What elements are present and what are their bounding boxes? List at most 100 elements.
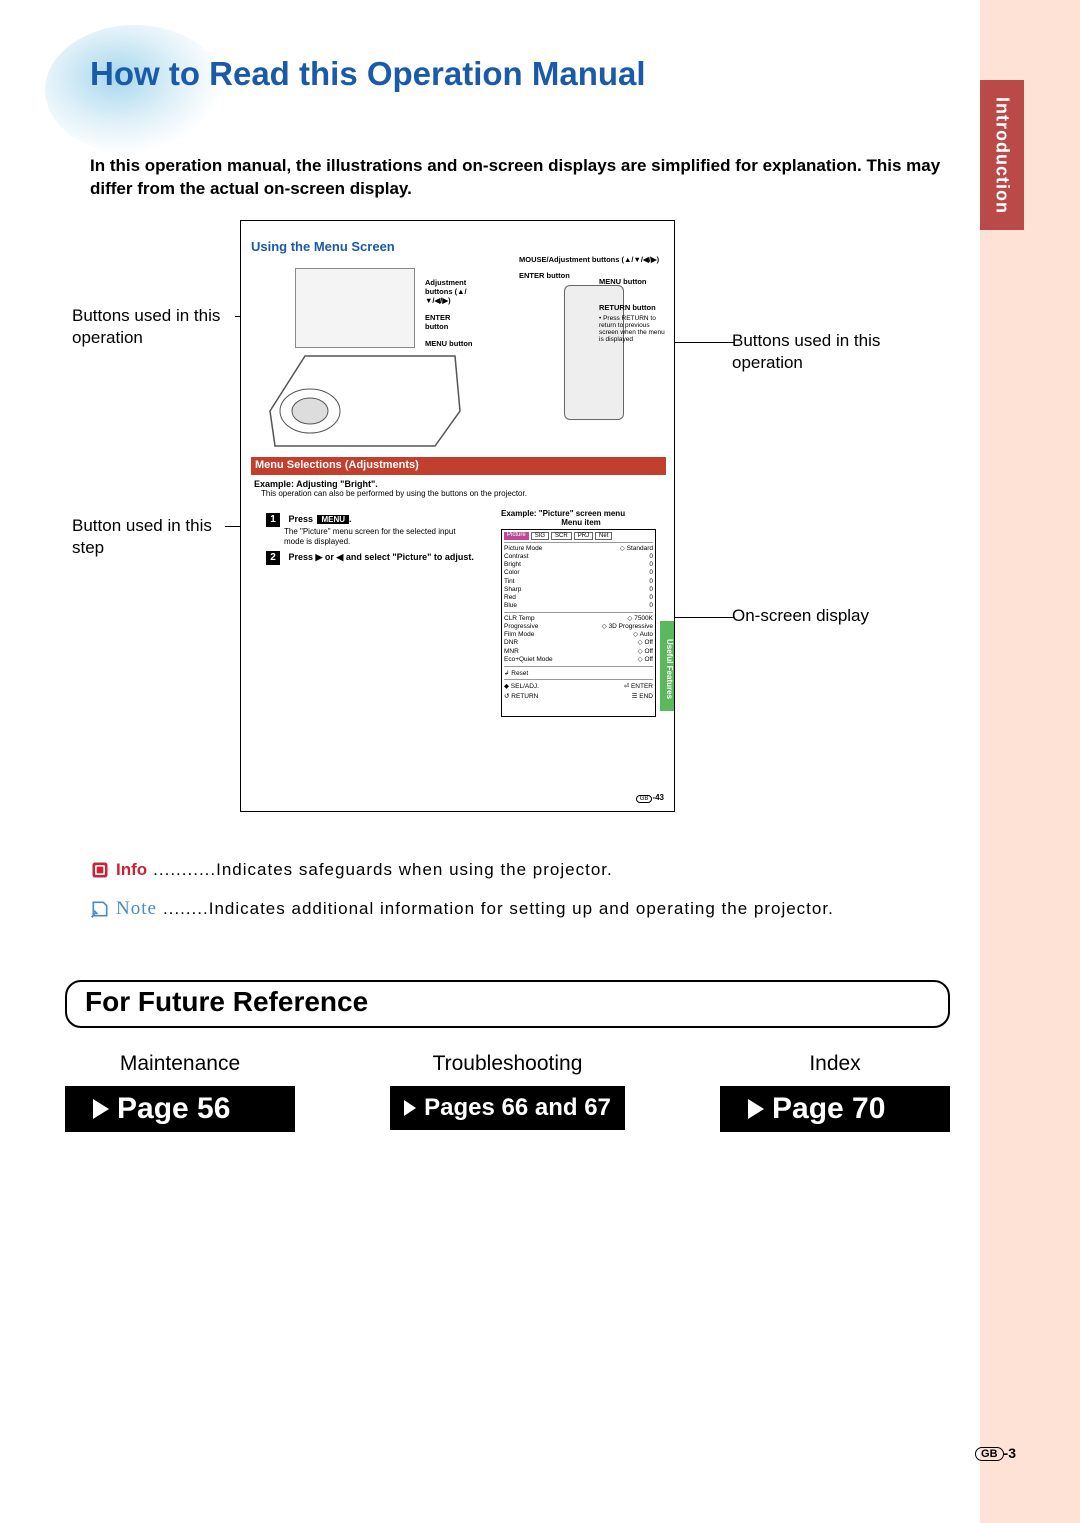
legend-note-row: Note ........Indicates additional inform… [90, 898, 940, 920]
remote-right-labels: MENU button RETURN button • Press RETURN… [599, 278, 669, 343]
page-ref-pill[interactable]: Page 56 [65, 1086, 295, 1132]
return-description: • Press RETURN to return to previous scr… [599, 315, 669, 344]
page-ref-pill[interactable]: Pages 66 and 67 [390, 1086, 625, 1130]
osd-sel: ◆ SEL/ADJ. [504, 682, 539, 690]
ref-index: Index Page 70 [720, 1052, 950, 1132]
arrow-right-icon [404, 1100, 416, 1116]
inner-section-tab: Useful Features [660, 621, 674, 711]
callout-buttons-right: Buttons used in this operation [732, 330, 942, 374]
step-1: 1 Press MENU. The "Picture" menu screen … [266, 509, 476, 546]
label-return-remote: RETURN button [599, 304, 669, 312]
osd-tab: SCR [551, 532, 572, 540]
label-menu: MENU button [425, 339, 475, 348]
osd-val: 3D Progressive [609, 623, 653, 630]
osd-key: DNR [504, 639, 518, 647]
osd-key: MNR [504, 648, 519, 656]
page-ref-pill[interactable]: Page 70 [720, 1086, 950, 1132]
osd-val: Off [644, 639, 653, 646]
footer-code: GB [975, 1447, 1004, 1461]
osd-tab: Net [595, 532, 612, 540]
legend-block: Info ...........Indicates safeguards whe… [90, 860, 940, 938]
section-tab-label: Introduction [992, 97, 1013, 214]
osd-val: 0 [649, 561, 653, 569]
osd-key: Sharp [504, 586, 521, 594]
section-tab-introduction: Introduction [980, 80, 1024, 230]
osd-key: Color [504, 569, 520, 577]
step-number-1: 1 [266, 513, 280, 527]
osd-enter: ⏎ ENTER [624, 682, 653, 690]
info-label: Info [116, 860, 147, 880]
osd-key: Red [504, 594, 516, 602]
page-footer: GB-3 [975, 1445, 1016, 1461]
osd-key: Picture Mode [504, 545, 542, 553]
step-number-2: 2 [266, 551, 280, 565]
projector-body-outline [265, 351, 465, 451]
future-reference-title: For Future Reference [85, 986, 930, 1018]
ref-label: Maintenance [65, 1052, 295, 1076]
osd-key: Film Mode [504, 631, 534, 639]
arrow-right-icon [748, 1099, 764, 1119]
osd-example: Example: "Picture" screen menu Menu item… [501, 509, 661, 717]
label-enter: ENTER button [425, 313, 475, 331]
callout-step-button: Button used in this step [72, 515, 240, 559]
osd-val: 0 [649, 553, 653, 561]
title-area: How to Read this Operation Manual [45, 25, 646, 93]
osd-example-sub: Menu item [501, 518, 661, 527]
note-text: ........Indicates additional information… [163, 899, 834, 919]
osd-reset: ↲ Reset [504, 669, 653, 677]
osd-return: ↺ RETURN [504, 692, 538, 700]
arrow-right-icon [93, 1099, 109, 1119]
projector-illustration: Adjustment buttons (▲/▼/◀/▶) ENTER butto… [255, 263, 475, 453]
menu-key-icon: MENU [317, 515, 349, 524]
step-2: 2 Press ▶ or ◀ and select "Picture" to a… [266, 547, 476, 565]
note-icon [90, 899, 110, 919]
osd-tab: PRJ [574, 532, 593, 540]
ref-label: Index [720, 1052, 950, 1076]
inner-page-num: -43 [652, 793, 664, 802]
footer-page-num: -3 [1004, 1445, 1016, 1461]
note-label: Note [116, 898, 157, 920]
diagram-heading: Using the Menu Screen [251, 239, 395, 254]
example-subtext: This operation can also be performed by … [261, 489, 527, 498]
page-ref-text: Page 56 [117, 1092, 230, 1126]
osd-tab: Picture [504, 532, 529, 540]
osd-key: Tint [504, 578, 515, 586]
osd-end: ☰ END [632, 692, 653, 700]
intro-paragraph: In this operation manual, the illustrati… [90, 155, 950, 201]
label-menu-remote: MENU button [599, 278, 669, 286]
osd-val: 0 [649, 569, 653, 577]
info-text: ...........Indicates safeguards when usi… [153, 860, 613, 880]
info-icon [90, 860, 110, 880]
osd-val: 0 [649, 602, 653, 610]
osd-val: 0 [649, 594, 653, 602]
osd-key: Blue [504, 602, 517, 610]
callout-buttons-left: Buttons used in this operation [72, 305, 240, 349]
osd-tab: SIG [531, 532, 549, 540]
ref-troubleshooting: Troubleshooting Pages 66 and 67 [390, 1052, 625, 1132]
reference-columns: Maintenance Page 56 Troubleshooting Page… [65, 1052, 950, 1132]
inner-page-number: GB-43 [636, 793, 664, 803]
osd-key: Contrast [504, 553, 529, 561]
ref-label: Troubleshooting [390, 1052, 625, 1076]
osd-val: Auto [640, 631, 653, 638]
osd-key: CLR Temp [504, 615, 535, 623]
label-adjustment: Adjustment buttons (▲/▼/◀/▶) [425, 278, 475, 305]
example-label: Example: Adjusting "Bright". [254, 479, 378, 489]
step2-text: Press ▶ or ◀ and select "Picture" to adj… [288, 552, 473, 562]
osd-val: Off [644, 648, 653, 655]
osd-val: 0 [649, 586, 653, 594]
osd-val: 7500K [634, 615, 653, 622]
legend-info-row: Info ...........Indicates safeguards whe… [90, 860, 940, 880]
page-title: How to Read this Operation Manual [45, 25, 646, 93]
step1-press: Press [288, 514, 313, 524]
remote-illustration: MOUSE/Adjustment buttons (▲/▼/◀/▶) ENTER… [519, 256, 669, 420]
osd-key: Progressive [504, 623, 538, 631]
page-ref-text: Page 70 [772, 1092, 885, 1126]
osd-key: Bright [504, 561, 521, 569]
osd-key: Eco+Quiet Mode [504, 656, 553, 664]
osd-box: Picture SIG SCR PRJ Net Picture Mode◇ St… [501, 529, 656, 717]
osd-tabs: Picture SIG SCR PRJ Net [504, 532, 653, 540]
ref-maintenance: Maintenance Page 56 [65, 1052, 295, 1132]
projector-top-panel [295, 268, 415, 348]
inner-page-code: GB [636, 795, 653, 803]
